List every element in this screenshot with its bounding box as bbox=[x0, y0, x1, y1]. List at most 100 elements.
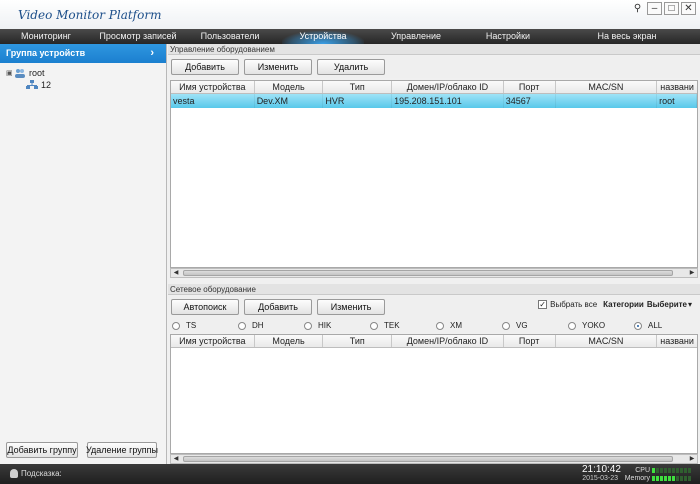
window-controls: ⚲ – □ ✕ bbox=[630, 2, 696, 15]
nav-playback[interactable]: Просмотр записей bbox=[92, 29, 184, 44]
scrollbar-thumb[interactable] bbox=[183, 270, 673, 276]
meter-segment bbox=[660, 475, 663, 481]
protocol-radio-hik[interactable]: HIK bbox=[304, 321, 331, 330]
cell-port: 34567 bbox=[504, 94, 556, 108]
maximize-button[interactable]: □ bbox=[664, 2, 679, 15]
nav-fullscreen[interactable]: На весь экран bbox=[554, 29, 700, 44]
protocol-label: DH bbox=[252, 321, 264, 330]
scroll-right-icon[interactable]: ▶ bbox=[687, 455, 697, 463]
col-address[interactable]: Домен/IP/облако ID bbox=[392, 81, 504, 93]
meter-segment bbox=[684, 467, 687, 473]
col-name-extra[interactable]: названи bbox=[657, 335, 697, 347]
meter-segment bbox=[680, 475, 683, 481]
col-port[interactable]: Порт bbox=[504, 335, 556, 347]
autosearch-button[interactable]: Автопоиск bbox=[171, 299, 239, 315]
protocol-radio-vg[interactable]: VG bbox=[502, 321, 528, 330]
tree-node-child[interactable]: 12 bbox=[6, 79, 166, 91]
scroll-left-icon[interactable]: ◀ bbox=[171, 269, 181, 277]
tree-expand-icon[interactable]: ▣ bbox=[6, 69, 14, 77]
network-section-title: Сетевое оборудование bbox=[168, 284, 700, 295]
category-select[interactable]: Выберите bbox=[647, 300, 687, 309]
edit-device-button[interactable]: Изменить bbox=[244, 59, 312, 75]
col-port[interactable]: Порт bbox=[504, 81, 556, 93]
nav-monitoring[interactable]: Мониторинг bbox=[0, 29, 92, 44]
device-group-title: Группа устройств bbox=[6, 48, 86, 58]
protocol-label: VG bbox=[516, 321, 528, 330]
memory-meter: Memory bbox=[622, 474, 692, 482]
network-horizontal-scrollbar[interactable]: ◀ ▶ bbox=[170, 454, 698, 464]
nav-settings-label: Настройки bbox=[485, 31, 531, 41]
main-nav: Мониторинг Просмотр записей Пользователи… bbox=[0, 29, 700, 44]
scroll-right-icon[interactable]: ▶ bbox=[687, 269, 697, 277]
device-group-pane: Группа устройств › ▣ root 12 Добавить гр… bbox=[0, 44, 167, 464]
col-device-name[interactable]: Имя устройства bbox=[171, 335, 255, 347]
device-group-header[interactable]: Группа устройств › bbox=[0, 44, 166, 63]
table-row[interactable]: vesta Dev.XM HVR 195.208.151.101 34567 r… bbox=[171, 94, 697, 108]
protocol-label: TS bbox=[186, 321, 197, 330]
managed-table-header: Имя устройства Модель Тип Домен/IP/облак… bbox=[171, 81, 697, 94]
nav-users-label: Пользователи bbox=[200, 31, 260, 41]
nav-devices[interactable]: Устройства bbox=[276, 29, 370, 44]
managed-device-table: Имя устройства Модель Тип Домен/IP/облак… bbox=[170, 80, 698, 268]
col-device-name[interactable]: Имя устройства bbox=[171, 81, 255, 93]
memory-label: Memory bbox=[624, 474, 650, 482]
col-address[interactable]: Домен/IP/облако ID bbox=[392, 335, 504, 347]
scroll-left-icon[interactable]: ◀ bbox=[171, 455, 181, 463]
close-button[interactable]: ✕ bbox=[681, 2, 696, 15]
scrollbar-thumb[interactable] bbox=[183, 456, 673, 462]
protocol-radio-dh[interactable]: DH bbox=[238, 321, 264, 330]
chevron-right-icon[interactable]: › bbox=[150, 44, 154, 63]
group-actions: Добавить группу Удаление группы bbox=[6, 442, 158, 458]
managed-horizontal-scrollbar[interactable]: ◀ ▶ bbox=[170, 268, 698, 278]
pin-icon[interactable]: ⚲ bbox=[630, 2, 645, 15]
select-all-checkbox[interactable]: ✓ bbox=[538, 300, 548, 309]
memory-level-bar bbox=[652, 475, 692, 481]
add-device-button[interactable]: Добавить bbox=[171, 59, 239, 75]
meter-segment bbox=[652, 475, 655, 481]
nav-fullscreen-label: На весь экран bbox=[597, 31, 657, 41]
meter-segment bbox=[668, 475, 671, 481]
protocol-label: HIK bbox=[318, 321, 332, 330]
col-mac[interactable]: MAC/SN bbox=[556, 81, 658, 93]
protocol-radio-xm[interactable]: XM bbox=[436, 321, 462, 330]
protocol-label: XM bbox=[450, 321, 462, 330]
chevron-down-icon[interactable]: ▾ bbox=[688, 300, 692, 309]
col-name-extra[interactable]: названи bbox=[657, 81, 697, 93]
nav-management[interactable]: Управление bbox=[370, 29, 462, 44]
app-title: Video Monitor Platform bbox=[18, 8, 162, 22]
protocol-radio-ts[interactable]: TS bbox=[172, 321, 196, 330]
nav-users[interactable]: Пользователи bbox=[184, 29, 276, 44]
minimize-button[interactable]: – bbox=[647, 2, 662, 15]
nav-settings[interactable]: Настройки bbox=[462, 29, 554, 44]
add-group-button[interactable]: Добавить группу bbox=[6, 442, 78, 458]
radio-icon bbox=[436, 321, 444, 330]
meter-segment bbox=[656, 475, 659, 481]
network-toolbar: Автопоиск Добавить Изменить ✓ Выбрать вс… bbox=[168, 296, 700, 320]
radio-icon bbox=[238, 321, 246, 330]
radio-icon bbox=[568, 321, 576, 330]
tree-node-root[interactable]: ▣ root bbox=[6, 67, 166, 79]
select-all-label: Выбрать все bbox=[550, 300, 598, 309]
delete-group-button[interactable]: Удаление группы bbox=[86, 442, 158, 458]
radio-icon bbox=[304, 321, 312, 330]
meter-segment bbox=[664, 475, 667, 481]
protocol-radio-all[interactable]: ALL bbox=[634, 321, 662, 330]
col-model[interactable]: Модель bbox=[255, 335, 324, 347]
edit-network-device-button[interactable]: Изменить bbox=[317, 299, 385, 315]
protocol-label: ALL bbox=[648, 321, 663, 330]
cpu-label: CPU bbox=[635, 466, 650, 474]
cell-address: 195.208.151.101 bbox=[392, 94, 504, 108]
protocol-radio-tek[interactable]: TEK bbox=[370, 321, 400, 330]
col-type[interactable]: Тип bbox=[323, 335, 393, 347]
protocol-radio-yoko[interactable]: YOKO bbox=[568, 321, 605, 330]
meter-segment bbox=[672, 467, 675, 473]
col-type[interactable]: Тип bbox=[323, 81, 393, 93]
cell-mac bbox=[556, 94, 658, 108]
col-mac[interactable]: MAC/SN bbox=[556, 335, 658, 347]
status-bar: Подсказка: 21:10:42 2015-03-23 CPU Memor… bbox=[0, 464, 700, 484]
meter-segment bbox=[656, 467, 659, 473]
add-network-device-button[interactable]: Добавить bbox=[244, 299, 312, 315]
col-model[interactable]: Модель bbox=[255, 81, 324, 93]
device-tree: ▣ root 12 bbox=[0, 63, 166, 91]
delete-device-button[interactable]: Удалить bbox=[317, 59, 385, 75]
